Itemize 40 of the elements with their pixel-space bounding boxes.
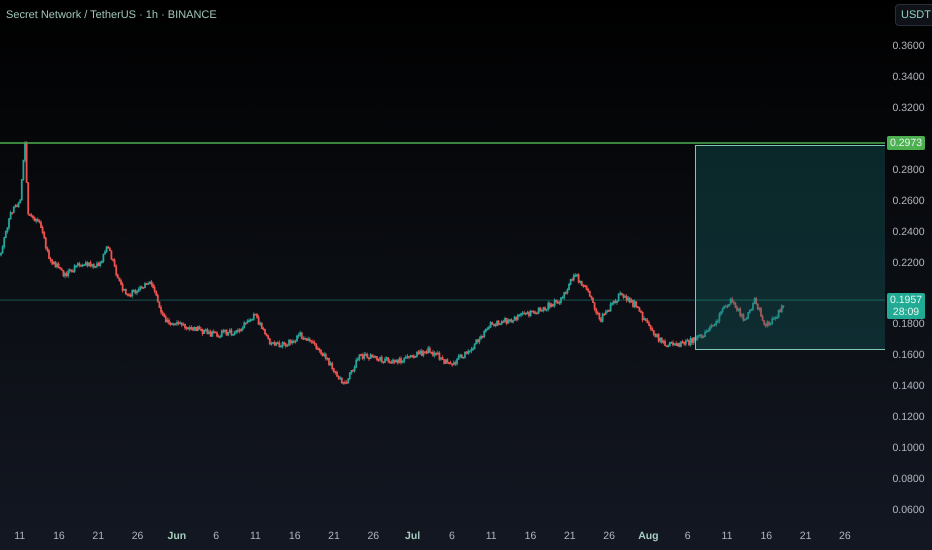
price-label: 0.3200 [891,102,926,114]
price-label: 0.1400 [891,380,926,392]
price-label: 0.2600 [891,194,926,207]
time-label: 21 [91,530,106,542]
price-label: 0.3600 [891,40,926,52]
time-label: 11 [13,530,26,542]
price-label: 0.0800 [891,473,926,486]
time-label: 16 [524,530,538,542]
time-label: Jul [404,530,422,542]
price-label: 0.0600 [891,504,926,516]
time-label: 16 [288,530,302,542]
price-label: 0.2400 [891,226,926,238]
last-price-label: 0.1957 28:09 [887,293,925,320]
time-label: 26 [602,530,616,542]
time-label: 16 [52,530,66,542]
time-label: 26 [130,530,144,542]
currency-button[interactable]: USDT [895,4,932,26]
price-label: 0.1800 [891,318,926,330]
price-label: 0.2200 [891,256,926,268]
time-label: 11 [720,530,734,542]
time-label: Jun [166,530,188,542]
time-label: 6 [448,530,456,542]
price-label: 0.1200 [891,411,926,424]
price-label: 0.1000 [891,442,926,454]
time-label: 21 [798,530,812,542]
time-label: 26 [838,530,852,542]
price-label: 0.1600 [891,349,926,362]
time-label: 6 [212,530,220,542]
time-label: 11 [248,530,262,542]
price-label: 0.3400 [891,70,926,83]
time-label: 21 [562,530,577,542]
price-label: 0.2800 [891,164,926,176]
time-label: 11 [484,530,498,542]
time-label: 16 [759,530,774,542]
time-label: 6 [684,530,692,542]
time-label: 26 [366,530,380,542]
level-price-label: 0.2973 [887,136,925,150]
time-label: Aug [637,530,660,542]
time-label: 21 [327,530,341,542]
chart-title: Secret Network / TetherUS · 1h · BINANCE [6,9,217,21]
